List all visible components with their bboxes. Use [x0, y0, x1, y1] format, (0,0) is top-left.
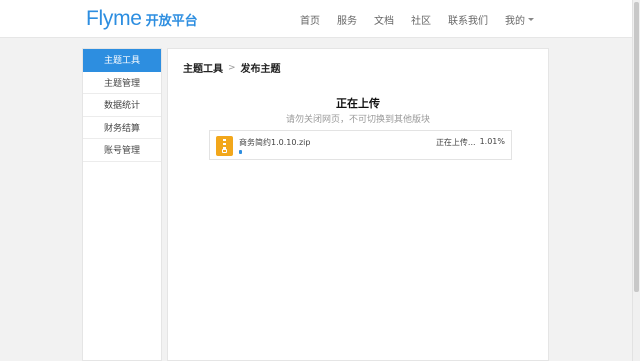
upload-status-text: 正在上传...	[435, 138, 476, 147]
breadcrumb-separator: >	[228, 62, 236, 73]
nav-services[interactable]: 服务	[337, 12, 357, 27]
sidebar-item-finance[interactable]: 财务结算	[83, 117, 161, 139]
upload-status-title: 正在上传	[336, 97, 380, 110]
upload-progress-text: 正在上传... 1.01%	[436, 137, 505, 148]
nav-home[interactable]: 首页	[300, 12, 320, 27]
top-header: Flyme 开放平台 首页 服务 文档 社区 联系我们 我的	[0, 0, 632, 38]
sidebar-item-account[interactable]: 账号管理	[83, 139, 161, 162]
upload-file-card: 商务简约1.0.10.zip 正在上传... 1.01%	[209, 130, 512, 160]
file-name: 商务简约1.0.10.zip	[239, 138, 311, 147]
nav-account-dropdown[interactable]: 我的	[505, 12, 534, 27]
zip-file-icon	[216, 136, 233, 156]
sidebar-item-statistics[interactable]: 数据统计	[83, 94, 161, 117]
sidebar-item-label: 主题工具	[103, 56, 140, 67]
top-nav: 首页 服务 文档 社区 联系我们 我的	[283, 12, 534, 27]
sidebar-item-label: 主题管理	[103, 78, 140, 89]
main-panel: 主题工具 > 发布主题 正在上传 请勿关闭网页，不可切换到其他版块 商务简约1.…	[167, 48, 549, 361]
sidebar-item-theme-management[interactable]: 主题管理	[83, 72, 161, 94]
sidebar: 主题工具 主题管理 数据统计 财务结算 账号管理	[82, 48, 162, 361]
upload-status-subtitle: 请勿关闭网页，不可切换到其他版块	[285, 115, 430, 125]
logo[interactable]: Flyme 开放平台	[86, 7, 198, 31]
upload-progress-bar	[239, 150, 501, 154]
logo-subtitle: 开放平台	[145, 14, 198, 29]
logo-text: Flyme	[86, 7, 142, 30]
nav-docs[interactable]: 文档	[374, 12, 394, 27]
sidebar-item-theme-tools[interactable]: 主题工具	[83, 49, 161, 72]
breadcrumb: 主题工具 > 发布主题	[183, 60, 281, 76]
sidebar-item-label: 数据统计	[103, 101, 140, 112]
upload-percent: 1.01%	[479, 137, 505, 146]
nav-community[interactable]: 社区	[411, 12, 431, 27]
page-scrollbar[interactable]	[632, 0, 640, 361]
nav-account-label: 我的	[505, 16, 525, 27]
upload-progress-fill	[239, 150, 242, 154]
scrollbar-thumb[interactable]	[634, 2, 639, 292]
sidebar-item-label: 账号管理	[103, 146, 140, 157]
zip-lock	[222, 149, 227, 153]
breadcrumb-current: 发布主题	[240, 64, 281, 75]
sidebar-item-label: 财务结算	[103, 123, 140, 134]
breadcrumb-theme-tools[interactable]: 主题工具	[183, 60, 223, 75]
chevron-down-icon	[528, 18, 534, 21]
nav-contact[interactable]: 联系我们	[448, 12, 488, 27]
